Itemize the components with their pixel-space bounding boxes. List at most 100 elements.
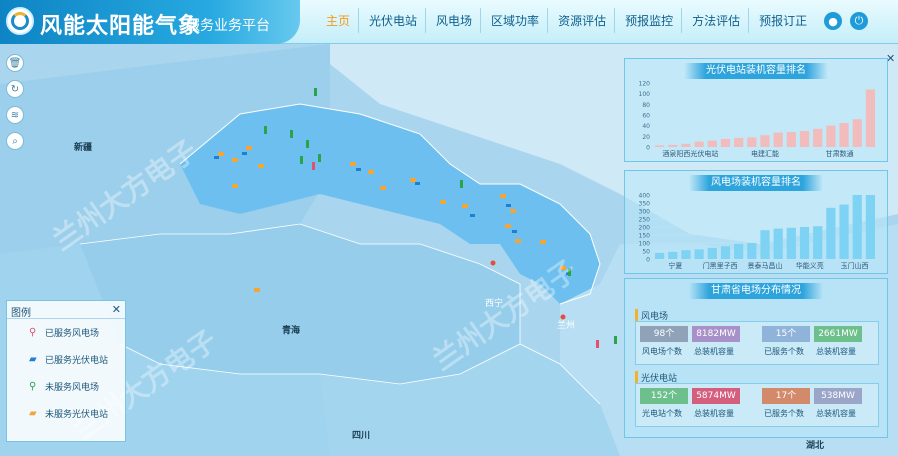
nav-forecast-correction[interactable]: 预报订正 [751,8,815,33]
legend-item: ⚲ 未服务风电场 [7,373,125,400]
y-tick-label: 80 [642,102,650,109]
solar-panel-icon: ▰ [29,354,37,365]
y-tick-label: 50 [642,249,650,256]
bar[interactable] [865,89,876,147]
bar[interactable] [760,135,770,147]
y-tick-label: 0 [646,145,650,152]
bar[interactable] [654,252,665,259]
bar[interactable] [826,125,836,147]
x-tick-label: 门黑里子西 [703,261,738,270]
bar[interactable] [786,227,796,259]
stat-value: 5874MW [692,388,740,404]
y-tick-label: 250 [639,217,651,224]
bar[interactable] [852,195,862,259]
nav-resource-assessment[interactable]: 资源评估 [550,8,616,33]
y-tick-label: 40 [642,123,650,130]
bar[interactable] [813,128,823,147]
x-tick-label: 甘肃数通 [826,149,854,158]
region-label-qinghai: 青海 [282,326,301,336]
logout-icon[interactable]: ⏻ [850,12,868,30]
app-subtitle: 服务业务平台 [186,18,270,34]
nav-regional-power[interactable]: 区域功率 [483,8,549,33]
bar[interactable] [734,137,744,147]
bar[interactable] [813,226,823,259]
bar[interactable] [668,251,678,259]
user-icon[interactable]: ● [824,12,842,30]
legend-label: 未服务光伏电站 [45,410,109,420]
bar[interactable] [799,131,810,147]
city-label-lanzhou: 兰州 [557,321,576,331]
y-tick-label: 100 [639,241,651,248]
legend-item: ⚲ 已服务风电场 [7,319,125,346]
legend-item: ▰ 未服务光伏电站 [7,400,125,427]
y-tick-label: 300 [639,209,651,216]
bar[interactable] [773,132,783,147]
search-icon[interactable]: ⌕ [6,132,24,150]
bar[interactable] [734,243,744,259]
nav-wind-farm[interactable]: 风电场 [428,8,482,33]
wind-ranking-panel: 风电场装机容量排名 0 50 100 150 200 250 300 350 400 宁夏 门黑里子… [624,170,888,274]
bar[interactable] [668,144,678,147]
map-legend: 图例 ✕ ⚲ 已服务风电场 ▰ 已服务光伏电站 ⚲ 未服务风电场 ▰ 未服务光伏… [6,300,126,442]
stat-caption: 已服务个数 [764,347,804,356]
nav-forecast-monitor[interactable]: 预报监控 [617,8,683,33]
bar[interactable] [747,137,757,147]
wind-stats: 98个 8182MW 15个 2661MW 风电场个数 总装机容量 已服务个数 … [635,321,879,365]
y-tick-label: 100 [639,91,651,98]
bar[interactable] [799,227,810,259]
bar[interactable] [852,119,862,147]
bar[interactable] [681,250,691,259]
app-title: 风能太阳能气象 [40,14,202,39]
bar[interactable] [760,230,770,259]
bar[interactable] [773,228,783,259]
bar[interactable] [681,143,691,147]
bar[interactable] [839,123,849,147]
bar[interactable] [747,243,757,259]
weather-logo-icon [6,7,34,35]
wind-ranking-title: 风电场装机容量排名 [689,175,823,191]
bar[interactable] [865,195,876,259]
distribution-panel: 甘肃省电场分布情况 风电场 98个 8182MW 15个 2661MW 风电场个… [624,278,888,438]
y-tick-label: 350 [639,201,651,208]
nav-method-assessment[interactable]: 方法评估 [684,8,750,33]
logo-area: 风能太阳能气象 服务业务平台 [0,0,300,44]
stat-caption: 总装机容量 [816,347,856,356]
map-toolbar: 🗑 ↻ ≋ ⌕ [6,54,24,158]
y-tick-label: 60 [642,113,650,120]
legend-header: 图例 ✕ [7,301,125,319]
bar[interactable] [786,132,796,147]
bar[interactable] [694,141,704,147]
bar[interactable] [720,246,731,259]
x-tick-label: 宁夏 [668,261,682,270]
region-label-hubei: 湖北 [806,441,825,451]
legend-title: 图例 [11,308,31,319]
y-tick-label: 200 [639,225,651,232]
bar[interactable] [694,249,704,259]
stat-value: 152个 [640,388,688,404]
bar[interactable] [707,247,717,259]
stat-value: 8182MW [692,326,740,342]
close-icon[interactable]: ✕ [112,303,121,316]
nav-pv-station[interactable]: 光伏电站 [361,8,427,33]
stat-value: 15个 [762,326,810,342]
wind-ranking-chart: 050100150200250300350400 宁夏 门黑里子西 景泰马昌山 华能义亮… [639,193,877,270]
stat-caption: 总装机容量 [816,409,856,418]
pv-ranking-title: 光伏电站装机容量排名 [684,63,828,79]
distribution-title: 甘肃省电场分布情况 [689,283,823,299]
solar-panel-orange-icon: ▰ [29,408,37,419]
refresh-icon[interactable]: ↻ [6,80,24,98]
x-tick-label: 酒泉阳西光伏电站 [662,149,718,158]
top-header: 风能太阳能气象 服务业务平台 主页 光伏电站 风电场 区域功率 资源评估 预报监… [0,0,898,44]
bar[interactable] [826,207,836,259]
y-tick-label: 120 [639,81,651,88]
layers-icon[interactable]: ≋ [6,106,24,124]
nav-home[interactable]: 主页 [318,8,360,33]
bar[interactable] [707,140,717,147]
wind-turbine-green-icon: ⚲ [29,381,37,392]
bar[interactable] [654,145,665,147]
bar[interactable] [839,204,849,259]
trash-icon[interactable]: 🗑 [6,54,24,72]
x-tick-label: 玉门山西 [841,261,869,270]
bar[interactable] [720,139,731,147]
legend-label: 未服务风电场 [45,383,100,393]
